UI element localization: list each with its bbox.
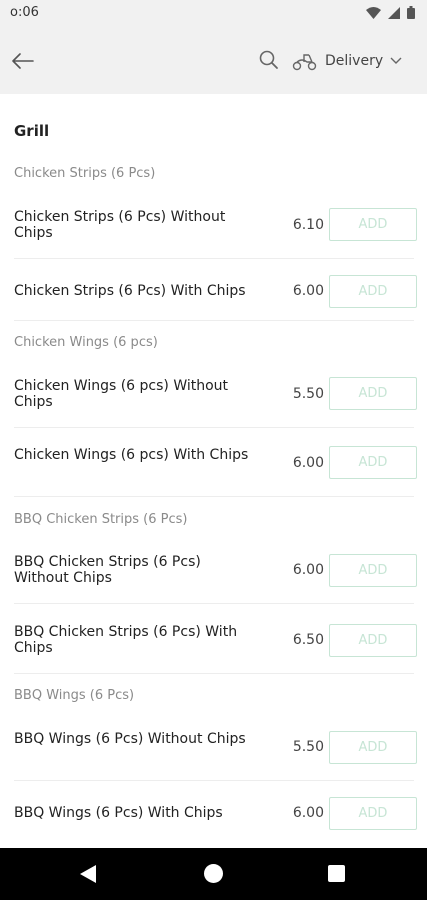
item-price: 6.00 <box>292 283 324 299</box>
signal-icon <box>388 6 400 19</box>
item-price: 5.50 <box>292 386 324 402</box>
divider <box>14 258 414 259</box>
group-title: Chicken Wings (6 pcs) <box>14 335 158 350</box>
divider <box>14 603 414 604</box>
status-time: o:06 <box>10 5 39 20</box>
search-icon <box>259 50 278 69</box>
add-button[interactable]: ADD <box>329 624 417 657</box>
delivery-mode-selector[interactable]: Delivery <box>292 47 402 75</box>
item-price: 6.10 <box>292 217 324 233</box>
arrow-left-icon <box>12 53 34 69</box>
item-name: BBQ Chicken Strips (6 Pcs) Without Chips <box>14 554 201 586</box>
divider <box>14 427 414 428</box>
system-nav-bar <box>0 848 427 900</box>
item-name: BBQ Chicken Strips (6 Pcs) With Chips <box>14 624 238 656</box>
status-bar: o:06 <box>0 0 427 26</box>
add-button[interactable]: ADD <box>329 377 417 410</box>
app-bar: Delivery <box>0 26 427 94</box>
wifi-icon <box>366 6 381 19</box>
item-price: 5.50 <box>292 739 324 755</box>
scooter-icon <box>292 54 317 71</box>
group-title: BBQ Chicken Strips (6 Pcs) <box>14 512 188 527</box>
add-button[interactable]: ADD <box>329 446 417 479</box>
group-title: Chicken Strips (6 Pcs) <box>14 166 156 181</box>
delivery-label: Delivery <box>325 53 384 69</box>
item-price: 6.50 <box>292 632 324 648</box>
divider <box>14 673 414 674</box>
search-button[interactable] <box>258 49 282 73</box>
item-name: BBQ Wings (6 Pcs) Without Chips <box>14 731 246 747</box>
add-button[interactable]: ADD <box>329 731 417 764</box>
nav-recents-icon[interactable] <box>328 865 345 882</box>
battery-icon <box>407 6 415 19</box>
status-icons <box>366 6 415 19</box>
divider <box>14 496 414 497</box>
nav-back-icon[interactable] <box>79 864 97 884</box>
add-button[interactable]: ADD <box>329 275 417 308</box>
back-button[interactable] <box>10 48 36 74</box>
item-name: Chicken Strips (6 Pcs) With Chips <box>14 283 246 299</box>
add-button[interactable]: ADD <box>329 554 417 587</box>
nav-home-icon[interactable] <box>204 864 223 883</box>
section-title: Grill <box>14 122 50 140</box>
item-name: Chicken Wings (6 pcs) Without Chips <box>14 378 229 410</box>
divider <box>14 780 414 781</box>
item-name: Chicken Wings (6 pcs) With Chips <box>14 447 249 463</box>
item-price: 6.00 <box>292 805 324 821</box>
menu-content: Grill Chicken Strips (6 Pcs) Chicken Str… <box>0 94 427 848</box>
item-name: Chicken Strips (6 Pcs) Without Chips <box>14 209 226 241</box>
add-button[interactable]: ADD <box>329 797 417 830</box>
group-title: BBQ Wings (6 Pcs) <box>14 688 135 703</box>
item-price: 6.00 <box>292 455 324 471</box>
divider <box>14 320 414 321</box>
chevron-down-icon <box>390 57 402 64</box>
item-name: BBQ Wings (6 Pcs) With Chips <box>14 805 223 821</box>
add-button[interactable]: ADD <box>329 208 417 241</box>
item-price: 6.00 <box>292 562 324 578</box>
